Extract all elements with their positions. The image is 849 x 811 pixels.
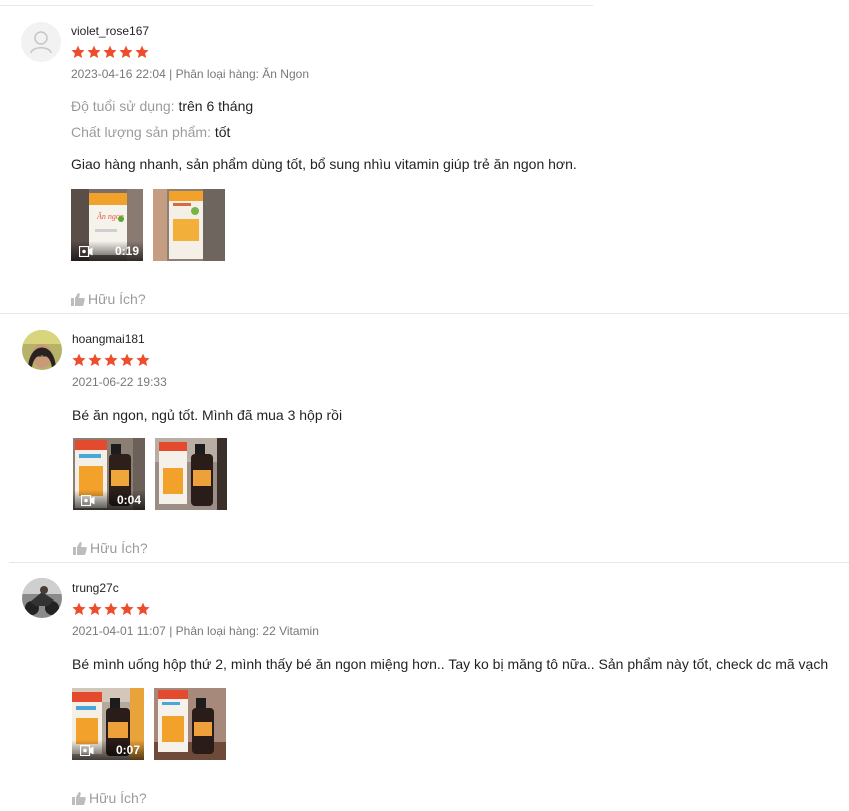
review-video-thumbnail[interactable]: Ăn ngon 0:19 — [71, 189, 143, 261]
video-duration: 0:07 — [115, 743, 140, 757]
attribute-value: trên 6 tháng — [178, 98, 254, 114]
review-video-thumbnail[interactable]: 0:07 — [72, 688, 144, 760]
avatar-placeholder[interactable] — [21, 22, 61, 62]
video-camera-icon — [80, 745, 94, 756]
thumbs-up-icon — [73, 542, 87, 555]
star-icon — [88, 353, 102, 366]
star-icon — [87, 45, 101, 58]
review-date: 2021-04-01 11:07 — [72, 624, 166, 638]
star-icon — [135, 45, 149, 58]
star-icon — [72, 602, 86, 615]
review-comment: Bé ăn ngon, ngủ tốt. Mình đã mua 3 hộp r… — [72, 407, 343, 423]
helpful-label: Hữu Ích? — [89, 790, 147, 806]
review-date: 2023-04-16 22:04 — [71, 67, 166, 81]
star-icon — [72, 353, 86, 366]
star-icon — [136, 353, 150, 366]
attribute-label: Độ tuổi sử dụng: — [71, 98, 175, 114]
star-rating — [71, 45, 149, 59]
user-photo — [22, 578, 62, 618]
video-camera-icon — [79, 246, 93, 257]
helpful-button[interactable]: Hữu Ích? — [72, 790, 147, 806]
avatar[interactable] — [22, 330, 62, 370]
variation-label: Phân loại hàng: 22 Vitamin — [175, 624, 319, 638]
review-video-thumbnail[interactable]: 0:04 — [73, 438, 145, 510]
review-meta: 2023-04-16 22:04 | Phân loại hàng: Ăn Ng… — [71, 67, 309, 81]
username[interactable]: hoangmai181 — [72, 332, 145, 346]
thumbs-up-icon — [72, 792, 86, 805]
review-comment: Giao hàng nhanh, sản phẩm dùng tốt, bổ s… — [71, 156, 577, 172]
variation-label: Phân loại hàng: Ăn Ngon — [175, 67, 309, 81]
star-icon — [120, 353, 134, 366]
meta-separator: | — [169, 624, 173, 638]
review-item: hoangmai181 2021-06-22 19:33 Bé ăn ngon,… — [0, 313, 849, 563]
star-icon — [136, 602, 150, 615]
star-icon — [88, 602, 102, 615]
star-icon — [119, 45, 133, 58]
review-meta: 2021-06-22 19:33 — [72, 375, 167, 389]
star-icon — [104, 353, 118, 366]
review-comment: Bé mình uống hộp thứ 2, mình thấy bé ăn … — [72, 656, 829, 672]
review-meta: 2021-04-01 11:07 | Phân loại hàng: 22 Vi… — [72, 624, 319, 638]
thumbs-up-icon — [71, 293, 85, 306]
meta-separator: | — [169, 67, 173, 81]
helpful-button[interactable]: Hữu Ích? — [71, 291, 146, 307]
product-photo — [153, 189, 225, 261]
star-rating — [72, 602, 150, 616]
user-icon — [21, 22, 61, 62]
star-icon — [120, 602, 134, 615]
star-icon — [71, 45, 85, 58]
attribute-label: Chất lượng sản phẩm: — [71, 124, 211, 140]
review-item: trung27c 2021-04-01 11:07 | Phân loại hà… — [0, 562, 849, 811]
video-camera-icon — [81, 495, 95, 506]
product-photo — [154, 688, 226, 760]
review-date: 2021-06-22 19:33 — [72, 375, 167, 389]
helpful-label: Hữu Ích? — [90, 540, 148, 556]
username[interactable]: trung27c — [72, 581, 119, 595]
helpful-button[interactable]: Hữu Ích? — [73, 540, 148, 556]
helpful-label: Hữu Ích? — [88, 291, 146, 307]
avatar[interactable] — [22, 578, 62, 618]
video-duration: 0:19 — [114, 244, 139, 258]
username[interactable]: violet_rose167 — [71, 24, 149, 38]
star-rating — [72, 353, 150, 367]
attribute-age: Độ tuổi sử dụng: trên 6 tháng — [71, 98, 253, 114]
review-image-thumbnail[interactable] — [153, 189, 225, 261]
review-image-thumbnail[interactable] — [154, 688, 226, 760]
user-photo — [22, 330, 62, 370]
product-photo — [155, 438, 227, 510]
review-item: violet_rose167 2023-04-16 22:04 | Phân l… — [0, 0, 849, 313]
review-image-thumbnail[interactable] — [155, 438, 227, 510]
star-icon — [103, 45, 117, 58]
attribute-value: tốt — [214, 124, 231, 140]
star-icon — [104, 602, 118, 615]
video-duration: 0:04 — [116, 493, 141, 507]
attribute-quality: Chất lượng sản phẩm: tốt — [71, 124, 230, 140]
